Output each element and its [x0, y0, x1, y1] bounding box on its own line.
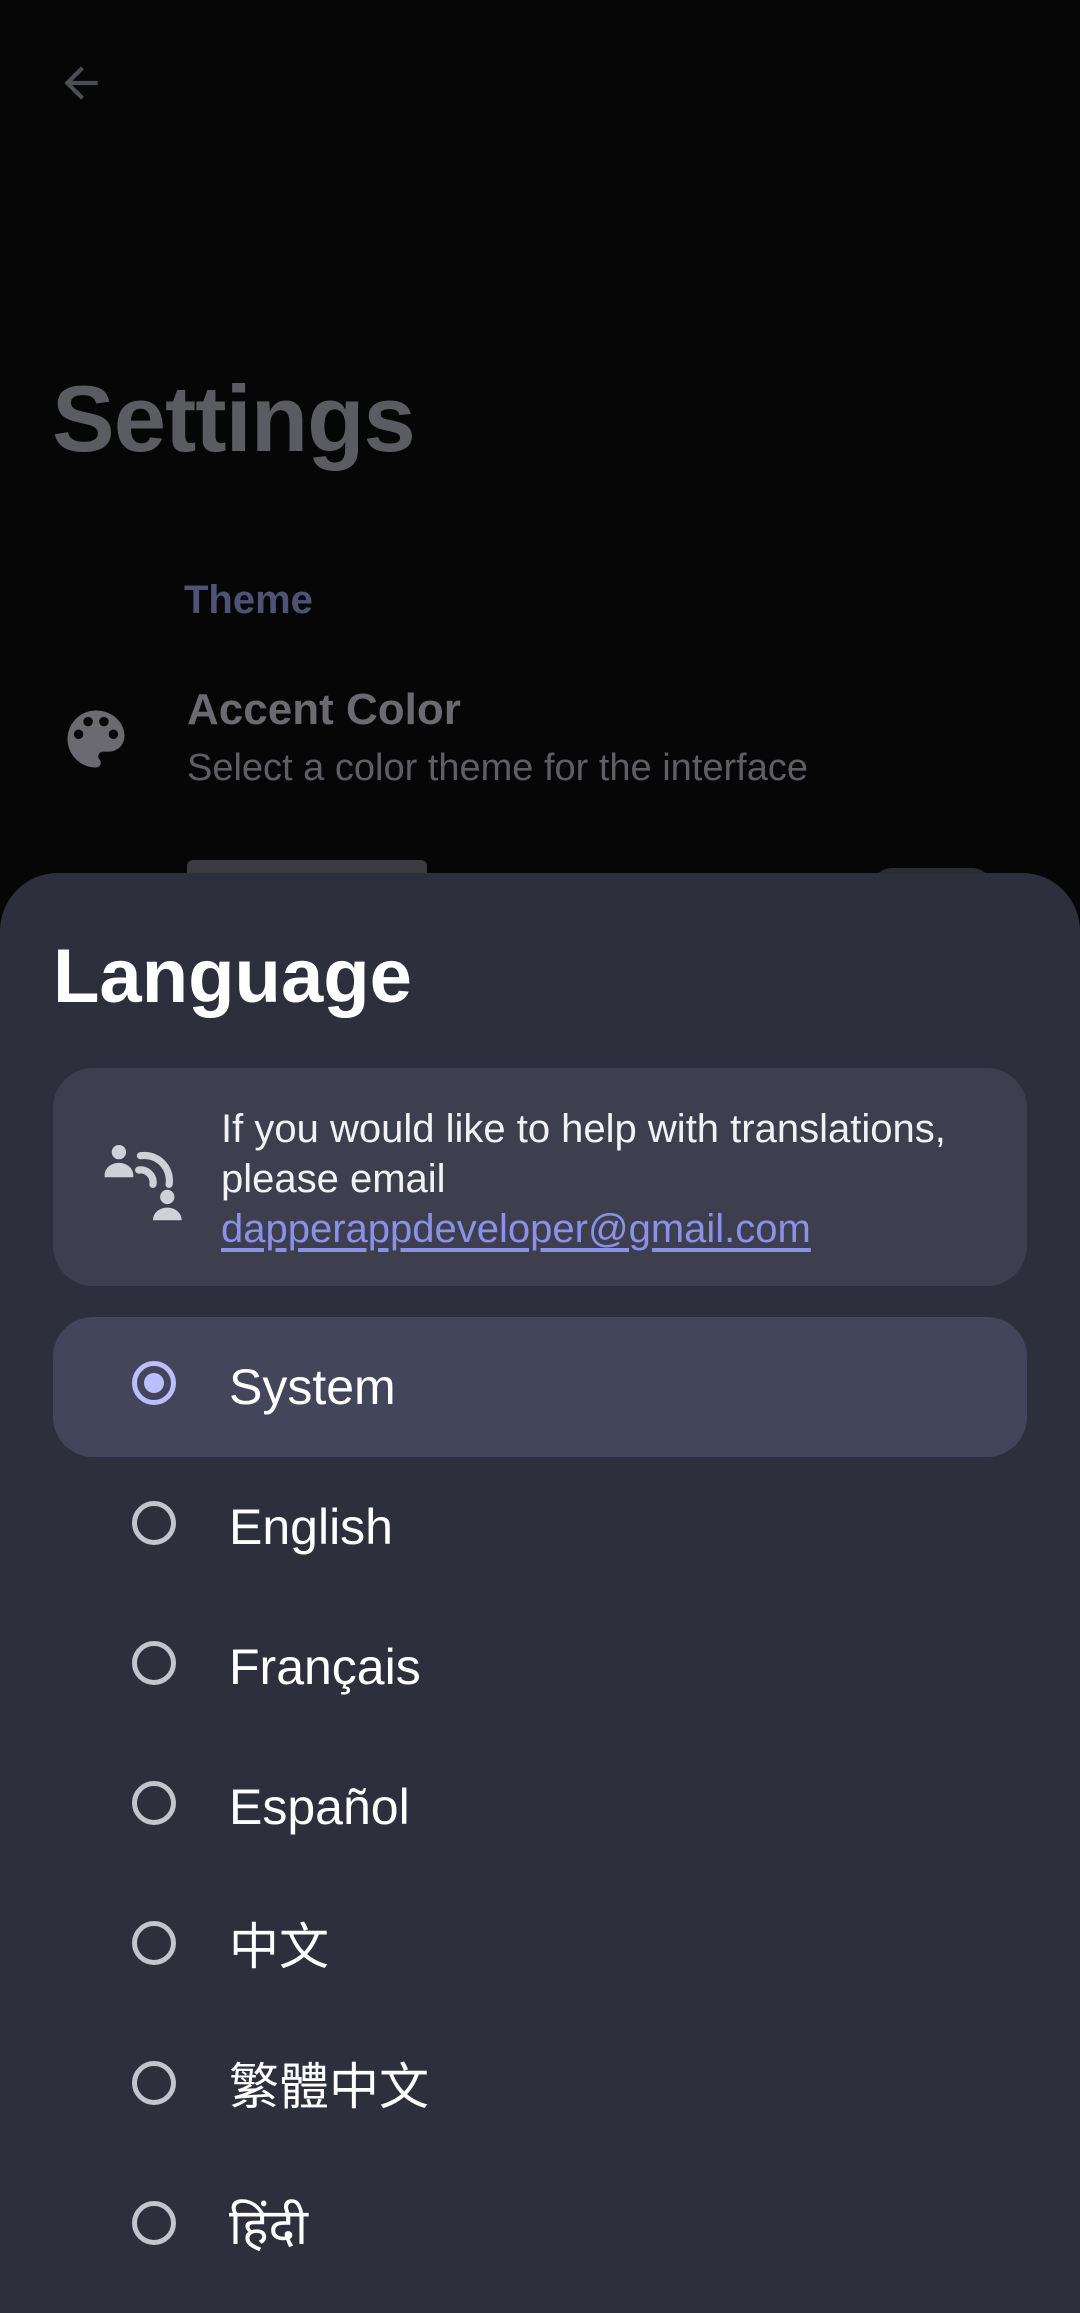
info-text-line2: please email: [221, 1157, 446, 1201]
info-text: If you would like to help with translati…: [221, 1104, 1001, 1254]
language-option-spanish[interactable]: Español: [53, 1737, 1027, 1877]
language-label: Français: [229, 1639, 421, 1695]
page-title: Settings: [52, 366, 416, 471]
sheet-title: Language: [53, 934, 412, 1019]
setting-title: Accent Color: [187, 685, 461, 734]
radio-button[interactable]: [132, 1921, 176, 1965]
language-option-french[interactable]: Français: [53, 1597, 1027, 1737]
translate-icon: [104, 1144, 182, 1221]
setting-row-accent-color[interactable]: Accent Color Select a color theme for th…: [0, 675, 1080, 795]
radio-button-selected[interactable]: [132, 1361, 176, 1405]
language-label: 中文: [229, 1919, 329, 1975]
back-button[interactable]: [48, 50, 114, 116]
language-label: Español: [229, 1779, 410, 1835]
radio-button[interactable]: [132, 2061, 176, 2105]
language-label: System: [229, 1359, 396, 1415]
section-header-theme: Theme: [184, 578, 313, 622]
language-label: 繁體中文: [229, 2059, 429, 2115]
info-text-line1: If you would like to help with translati…: [221, 1107, 946, 1151]
screen: Settings Theme Accent Color Select a col…: [0, 0, 1080, 2313]
radio-button[interactable]: [132, 1641, 176, 1685]
language-options: System English Français Español 中文 繁體中文: [53, 1317, 1027, 2297]
language-option-chinese-traditional[interactable]: 繁體中文: [53, 2017, 1027, 2157]
language-option-system[interactable]: System: [53, 1317, 1027, 1457]
language-option-hindi[interactable]: हिंदी: [53, 2157, 1027, 2297]
email-link[interactable]: dapperappdeveloper@gmail.com: [221, 1204, 1001, 1254]
language-option-chinese-simplified[interactable]: 中文: [53, 1877, 1027, 2017]
language-label: हिंदी: [229, 2199, 308, 2255]
language-bottom-sheet: Language If you would like to help with …: [0, 873, 1080, 2313]
radio-button[interactable]: [132, 2201, 176, 2245]
radio-dot: [144, 1373, 164, 1393]
arrow-left-icon: [64, 66, 98, 100]
setting-subtitle: Select a color theme for the interface: [187, 747, 808, 789]
translation-info-card: If you would like to help with translati…: [53, 1068, 1027, 1286]
language-label: English: [229, 1499, 393, 1555]
radio-button[interactable]: [132, 1501, 176, 1545]
radio-button[interactable]: [132, 1781, 176, 1825]
palette-icon: [67, 710, 125, 768]
language-option-english[interactable]: English: [53, 1457, 1027, 1597]
